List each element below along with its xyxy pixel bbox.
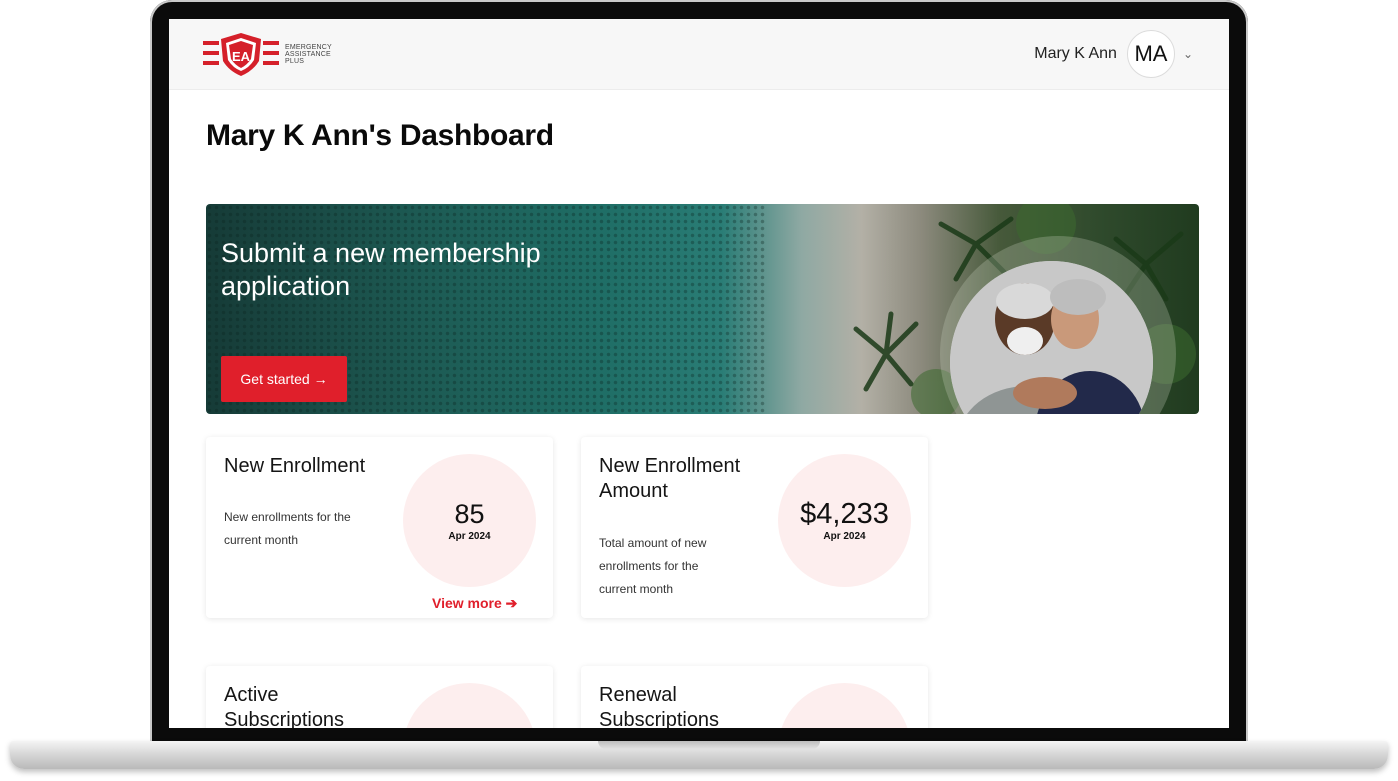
stat-period: Apr 2024 [448, 531, 491, 542]
view-more-link[interactable]: View more ➔ [432, 595, 517, 612]
renewal-subscriptions-card: Renewal Subscriptions [581, 666, 928, 728]
card-title: Active Subscriptions [224, 684, 345, 728]
stat-value: $4,233 [800, 498, 889, 530]
stat-value: 85 [454, 499, 485, 529]
card-title: New Enrollment Amount [599, 455, 741, 502]
stat-circle: 85 Apr 2024 [403, 454, 536, 587]
laptop-notch [598, 741, 820, 749]
new-enrollment-amount-card: New Enrollment Amount Total amount of ne… [581, 437, 928, 618]
hero-banner: Submit a new membership application Get … [206, 204, 1199, 414]
brand-name: EMERGENCY ASSISTANCE PLUS [285, 43, 332, 65]
laptop-base [10, 741, 1388, 769]
stat-circle [778, 683, 911, 728]
card-title: Renewal Subscriptions [599, 684, 720, 728]
page-title: Mary K Ann's Dashboard [206, 119, 554, 152]
avatar[interactable]: MA [1126, 30, 1175, 78]
hero-title: Submit a new membership application [221, 238, 541, 301]
stat-circle: $4,233 Apr 2024 [778, 454, 911, 587]
active-subscriptions-card: Active Subscriptions [206, 666, 553, 728]
chevron-down-icon[interactable]: ⌄ [1183, 47, 1193, 61]
brand-logo[interactable]: EA EMERGENCY ASSISTANCE PLUS [203, 31, 332, 77]
stat-circle [403, 683, 536, 728]
get-started-button[interactable]: Get started → [221, 356, 347, 402]
user-name: Mary K Ann [1034, 45, 1117, 62]
app-screen: EA EMERGENCY ASSISTANCE PLUS Mary K Ann … [169, 19, 1229, 728]
card-description: New enrollments for the current month [224, 510, 351, 547]
top-header: EA EMERGENCY ASSISTANCE PLUS Mary K Ann … [169, 19, 1229, 90]
card-description: Total amount of new enrollments for the … [599, 536, 707, 596]
stat-period: Apr 2024 [823, 531, 866, 542]
new-enrollment-card: New Enrollment New enrollments for the c… [206, 437, 553, 618]
user-menu[interactable]: Mary K Ann MA ⌄ [1034, 30, 1193, 78]
shield-logo-icon: EA [203, 33, 279, 76]
card-title: New Enrollment [224, 455, 366, 477]
svg-text:EA: EA [232, 49, 251, 64]
